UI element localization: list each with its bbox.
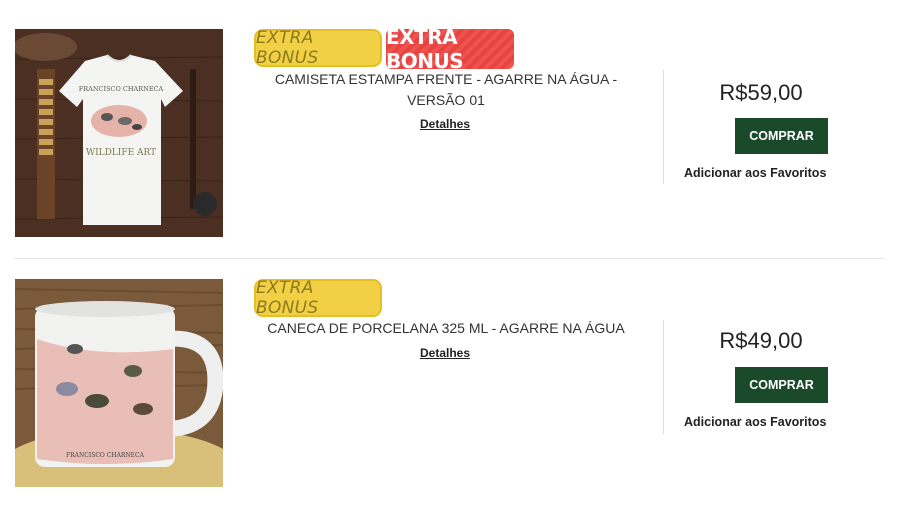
add-to-favorites-link[interactable]: Adicionar aos Favoritos [684, 166, 826, 180]
divider-vertical [663, 320, 664, 434]
buy-button[interactable]: COMPRAR [735, 118, 828, 154]
product-image-tshirt[interactable]: FRANCISCO CHARNECA WILDLIFE ART [15, 29, 223, 237]
add-to-favorites-link[interactable]: Adicionar aos Favoritos [684, 415, 826, 429]
product-title[interactable]: CANECA DE PORCELANA 325 ML - AGARRE NA Á… [254, 318, 638, 339]
product-image-mug[interactable]: FRANCISCO CHARNECA [15, 279, 223, 487]
product-card: FRANCISCO CHARNECA WILDLIFE ART EXTRA BO… [0, 0, 897, 237]
product-card: FRANCISCO CHARNECA EXTRA BONUS CANECA DE… [0, 258, 897, 488]
tshirt-tagline-text: WILDLIFE ART [86, 148, 156, 158]
badge-group: EXTRA BONUS [254, 278, 382, 318]
details-link[interactable]: Detalhes [420, 117, 470, 131]
extra-bonus-badge: EXTRA BONUS [254, 278, 382, 318]
divider-vertical [663, 70, 664, 184]
tshirt-brand-text: FRANCISCO CHARNECA [79, 85, 164, 93]
details-link[interactable]: Detalhes [420, 346, 470, 360]
product-price: R$49,00 [719, 328, 803, 353]
product-price: R$59,00 [719, 80, 803, 105]
product-title[interactable]: CAMISETA ESTAMPA FRENTE - AGARRE NA ÁGUA… [254, 69, 638, 111]
extra-bonus-badge-red: EXTRA BONUS [386, 25, 514, 73]
mug-brand-text: FRANCISCO CHARNECA [66, 452, 145, 459]
extra-bonus-badge: EXTRA BONUS [254, 28, 382, 68]
badge-group: EXTRA BONUS EXTRA BONUS [254, 25, 514, 73]
buy-button[interactable]: COMPRAR [735, 367, 828, 403]
